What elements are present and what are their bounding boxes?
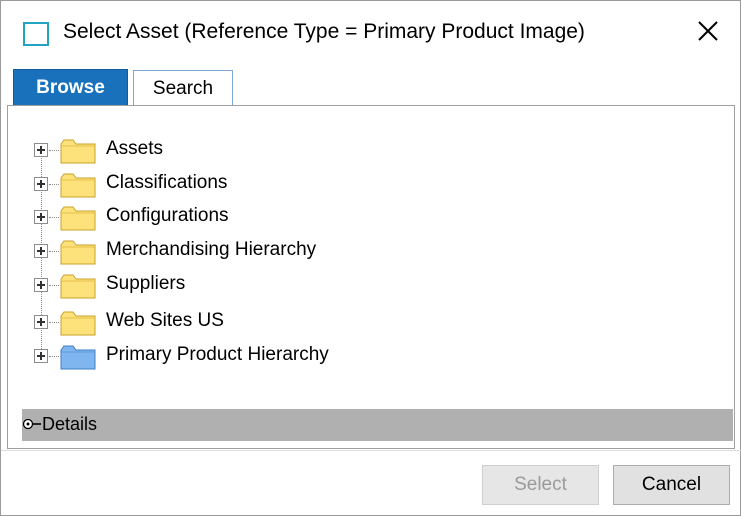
tree-item-label: Primary Product Hierarchy — [106, 344, 329, 365]
select-button[interactable]: Select — [482, 465, 599, 505]
dialog-footer: Select Cancel — [1, 450, 741, 516]
tree-connector — [49, 285, 59, 286]
tree-item-label: Web Sites US — [106, 310, 224, 331]
window-icon — [23, 22, 49, 46]
tree-item-assets[interactable]: Assets — [34, 136, 454, 164]
expand-plus-icon[interactable] — [34, 143, 48, 157]
tree-item-label: Configurations — [106, 205, 229, 226]
details-label: Details — [42, 414, 98, 434]
expand-plus-icon[interactable] — [34, 315, 48, 329]
tree-item-primary-product-hierarchy[interactable]: Primary Product Hierarchy — [34, 342, 454, 370]
folder-yellow-icon — [60, 274, 104, 299]
expand-plus-icon[interactable] — [34, 210, 48, 224]
folder-yellow-icon — [60, 173, 104, 198]
tab-search[interactable]: Search — [133, 70, 233, 106]
tree-connector — [49, 217, 59, 218]
details-section-header[interactable]: Details — [22, 409, 733, 441]
folder-yellow-icon — [60, 206, 104, 231]
tree-item-classifications[interactable]: Classifications — [34, 170, 454, 198]
expand-plus-icon[interactable] — [34, 349, 48, 363]
tab-browse[interactable]: Browse — [13, 69, 128, 107]
select-asset-dialog: Select Asset (Reference Type = Primary P… — [0, 0, 741, 516]
tree-connector — [49, 184, 59, 185]
cancel-button[interactable]: Cancel — [613, 465, 730, 505]
tree-item-suppliers[interactable]: Suppliers — [34, 271, 454, 299]
expand-plus-icon[interactable] — [34, 278, 48, 292]
close-button[interactable] — [690, 13, 726, 49]
expand-plus-icon[interactable] — [34, 177, 48, 191]
tree-item-label: Suppliers — [106, 273, 186, 294]
tree-item-web-sites-us[interactable]: Web Sites US — [34, 308, 454, 336]
expand-plus-icon[interactable] — [34, 244, 48, 258]
folder-yellow-icon — [60, 240, 104, 265]
folder-yellow-icon — [60, 139, 104, 164]
tree-connector — [49, 251, 59, 252]
tree-item-label: Assets — [106, 138, 164, 159]
close-icon — [698, 21, 718, 41]
collapse-toggle-icon[interactable] — [22, 417, 42, 431]
tree-item-label: Merchandising Hierarchy — [106, 239, 317, 260]
tree-connector — [49, 150, 59, 151]
dialog-title: Select Asset (Reference Type = Primary P… — [63, 20, 585, 43]
tree-item-label: Classifications — [106, 172, 228, 193]
title-bar: Select Asset (Reference Type = Primary P… — [1, 1, 740, 67]
tree-connector — [49, 356, 59, 357]
tree-connector — [49, 322, 59, 323]
tree-item-configurations[interactable]: Configurations — [34, 203, 454, 231]
browse-panel: Assets Classifications Configurations Me… — [7, 105, 735, 449]
folder-yellow-icon — [60, 311, 104, 336]
tree-item-merchandising-hierarchy[interactable]: Merchandising Hierarchy — [34, 237, 454, 265]
folder-blue-icon — [60, 345, 104, 370]
